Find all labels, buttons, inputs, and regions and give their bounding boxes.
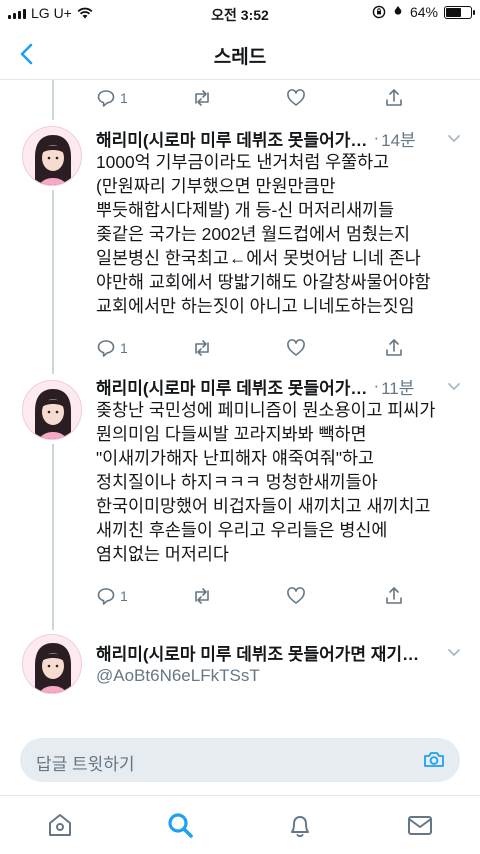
chevron-down-icon[interactable] — [446, 130, 462, 146]
retweet-button[interactable] — [191, 584, 213, 608]
tweet-header: 해리미(시로마 미루 데뷔조 못들어가… · 11분 — [96, 374, 450, 398]
chevron-down-icon[interactable] — [446, 644, 462, 660]
notifications-icon[interactable] — [285, 810, 315, 840]
reply-count: 1 — [120, 588, 128, 604]
tweet-header: 해리미(시로마 미루 데뷔조 못들어가… · 14분 — [96, 126, 450, 150]
user-handle[interactable]: @AoBt6N6eLFkTSsT — [96, 666, 260, 686]
tweet-text-line: 정치질이나 하지ㅋㅋㅋ 멍청한새끼들아 — [96, 472, 378, 492]
tweet-timestamp[interactable]: 14분 — [381, 126, 416, 150]
heart-icon — [287, 89, 305, 106]
tweet-text-line: 교회에서만 하는짓이 아니고 니네도하는짓임 — [96, 296, 415, 316]
reply-icon — [97, 90, 115, 107]
thread-line — [52, 444, 54, 630]
tweet-text: 1000억 기부금이라도 낸거처럼 우쭐하고 (만원짜리 기부했으면 만원만큼만… — [96, 150, 466, 318]
tweet-text-line: 염치없는 머저리다 — [96, 544, 229, 564]
reply-icon — [97, 340, 115, 357]
like-button[interactable] — [286, 584, 306, 608]
tweet-text-line: 새끼친 후손들이 우리고 우리들은 병신에 — [96, 520, 388, 540]
like-button[interactable] — [286, 336, 306, 360]
chevron-down-icon[interactable] — [446, 378, 462, 394]
avatar[interactable] — [22, 634, 82, 694]
tweet-text-line: 한국이미망했어 비겁자들이 새끼치고 새끼치고 — [96, 496, 431, 516]
share-button[interactable] — [384, 336, 404, 360]
reply-count: 1 — [120, 90, 128, 106]
tweet-text-line: 야만해 교회에서 땅밟기해도 아갈창싸물어야함 — [96, 272, 431, 292]
share-icon — [386, 89, 402, 106]
share-icon — [386, 339, 402, 356]
heart-icon — [287, 339, 305, 356]
retweet-icon — [195, 340, 209, 356]
tweet-actions: 1 — [96, 584, 416, 608]
reply-icon — [97, 588, 115, 605]
prev-tweet-actions: 1 — [96, 86, 416, 110]
page-title: 스레드 — [213, 47, 267, 68]
tweet-actions: 1 — [96, 336, 416, 360]
tweet-text-line: 뿌듯해합시다제발) 개 등-신 머저리새끼들 — [96, 200, 395, 220]
tweet-text-line: 일본병신 한국최고←에서 못벗어남 니네 존나 — [96, 248, 421, 268]
avatar-image — [23, 635, 81, 693]
battery-fill — [446, 7, 462, 17]
tweet-text-line: 좆같은 국가는 2002년 월드컵에서 멈췄는지 — [96, 224, 411, 244]
reply-count: 1 — [120, 340, 128, 356]
display-name[interactable]: 해리미(시로마 미루 데뷔조 못들어가… — [96, 126, 367, 150]
reply-button[interactable]: 1 — [96, 584, 128, 608]
reply-input[interactable]: 답글 트윗하기 — [20, 738, 460, 782]
avatar[interactable] — [22, 126, 82, 186]
camera-icon[interactable] — [422, 748, 446, 772]
avatar[interactable] — [22, 380, 82, 440]
messages-icon[interactable] — [405, 810, 435, 840]
retweet-button[interactable] — [191, 86, 213, 110]
tab-bar — [0, 795, 480, 854]
display-name[interactable]: 해리미(시로마 미루 데뷔조 못들어가… — [96, 374, 367, 398]
tweet-text-line: (만원짜리 기부했으면 만원만큼만 — [96, 176, 336, 196]
orientation-lock-icon — [372, 5, 386, 19]
like-button[interactable] — [286, 86, 306, 110]
avatar-image — [23, 127, 81, 185]
battery-icon — [444, 5, 475, 19]
retweet-icon — [195, 588, 209, 604]
share-button[interactable] — [384, 86, 404, 110]
thread-line — [52, 80, 54, 120]
share-icon — [386, 587, 402, 604]
alarm-icon — [394, 6, 402, 15]
battery-percent: 64% — [409, 4, 438, 20]
tweet-text: 좆창난 국민성에 페미니즘이 뭔소용이고 피씨가 뭔의미임 다들씨발 꼬라지봐봐… — [96, 398, 466, 566]
tweet-header: 해리미(시로마 미루 데뷔조 못들어가면 재기… — [96, 640, 450, 664]
display-name[interactable]: 해리미(시로마 미루 데뷔조 못들어가면 재기… — [96, 640, 419, 664]
tweet-text-line: "이새끼가해자 난피해자 얘죽여줘"하고 — [96, 448, 375, 468]
tweet-text-line: 뭔의미임 다들씨발 꼬라지봐봐 빽하면 — [96, 424, 367, 444]
reply-placeholder: 답글 트윗하기 — [36, 755, 135, 774]
status-right: 64% — [372, 4, 475, 20]
retweet-button[interactable] — [191, 336, 213, 360]
home-icon[interactable] — [45, 810, 75, 840]
status-bar: LG U+ 오전 3:52 64% — [0, 0, 480, 28]
tweet-text-line: 1000억 기부금이라도 낸거처럼 우쭐하고 — [96, 152, 390, 172]
avatar-image — [23, 381, 81, 439]
share-button[interactable] — [384, 584, 404, 608]
retweet-icon — [195, 90, 209, 106]
nav-header: 스레드 — [0, 28, 480, 80]
reply-button[interactable]: 1 — [96, 86, 128, 110]
heart-icon — [287, 587, 305, 604]
search-icon[interactable] — [165, 810, 195, 840]
tweet-text-line: 좆창난 국민성에 페미니즘이 뭔소용이고 피씨가 — [96, 400, 436, 420]
tweet-timestamp[interactable]: 11분 — [381, 374, 414, 398]
reply-button[interactable]: 1 — [96, 336, 128, 360]
separator-dot: · — [373, 128, 380, 147]
thread-line — [52, 190, 54, 374]
separator-dot: · — [373, 376, 380, 395]
